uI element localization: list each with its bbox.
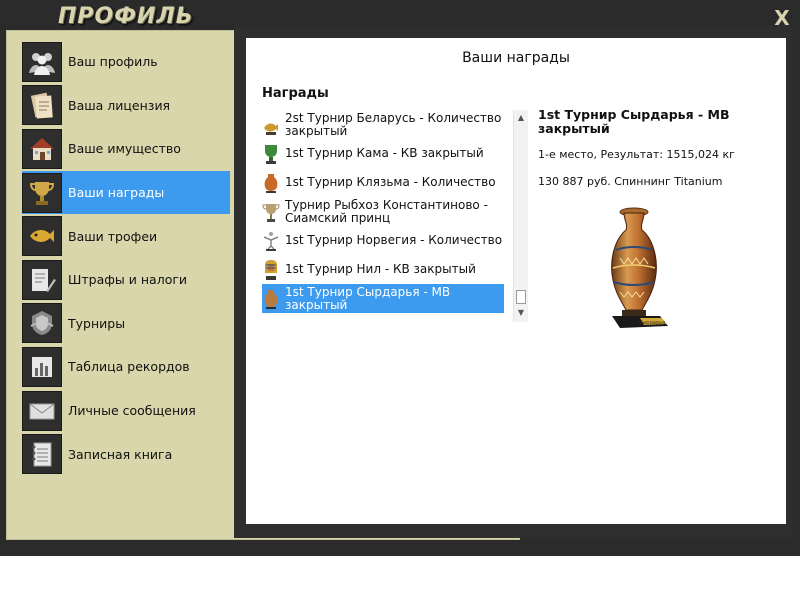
- sidebar-item-label: Ваши трофеи: [68, 228, 158, 244]
- sidebar-item-profile[interactable]: Ваш профиль: [22, 40, 230, 84]
- awards-list-items: 2st Турнир Беларусь - Количество закрыты…: [262, 110, 504, 313]
- envelope-icon: [22, 390, 62, 431]
- vase-trophy-image: Сырдарья: [611, 207, 668, 328]
- tournament-badge-icon: [22, 303, 62, 344]
- awards-list[interactable]: 2st Турнир Беларусь - Количество закрыты…: [262, 110, 528, 322]
- award-detail: 1st Турнир Сырдарья - МВ закрытый 1-е ме…: [538, 107, 768, 189]
- goblet-green-icon: [265, 144, 277, 164]
- award-label: 1st Турнир Нил - КВ закрытый: [285, 262, 476, 276]
- sidebar-item-property[interactable]: Ваше имущество: [22, 127, 230, 171]
- profile-window: ПРОФИЛЬ X Ваш профиль Ваша лицензия Ваше…: [0, 0, 800, 556]
- pharaoh-icon: [265, 259, 277, 280]
- scroll-up-button[interactable]: ▲: [514, 111, 528, 125]
- trophy-icon: [22, 172, 62, 213]
- sidebar-item-awards[interactable]: Ваши награды: [22, 170, 230, 215]
- list-item[interactable]: 1st Турнир Сырдарья - МВ закрытый: [262, 284, 504, 313]
- vase-plaque-text: Сырдарья: [639, 320, 665, 326]
- sidebar-item-fines[interactable]: Штрафы и налоги: [22, 258, 230, 302]
- bar-chart-icon: [22, 346, 62, 387]
- list-item[interactable]: 1st Турнир Норвегия - Количество: [262, 226, 504, 255]
- close-button[interactable]: X: [772, 8, 792, 28]
- sidebar-item-trophies[interactable]: Ваши трофеи: [22, 214, 230, 258]
- list-item[interactable]: 2st Турнир Беларусь - Количество закрыты…: [262, 110, 504, 139]
- window-title: ПРОФИЛЬ: [58, 4, 194, 29]
- sidebar-item-license[interactable]: Ваша лицензия: [22, 84, 230, 128]
- award-place-result: 1-е место, Результат: 1515,024 кг: [538, 148, 735, 161]
- list-item[interactable]: 1st Турнир Нил - КВ закрытый: [262, 255, 504, 284]
- award-label: 2st Турнир Беларусь - Количество закрыты…: [285, 110, 502, 138]
- sidebar-item-tournaments[interactable]: Турниры: [22, 302, 230, 346]
- sidebar-item-label: Турниры: [68, 315, 126, 331]
- panel-title: Ваши награды: [462, 50, 570, 66]
- award-prize: 130 887 руб. Спиннинг Titanium: [538, 175, 723, 188]
- document-pen-icon: [22, 259, 62, 300]
- figure-award-icon: [263, 231, 279, 251]
- list-item[interactable]: 1st Турнир Клязьма - Количество: [262, 168, 504, 197]
- award-detail-title: 1st Турнир Сырдарья - МВ закрытый: [538, 107, 730, 136]
- sidebar-item-notebook[interactable]: Записная книга: [22, 432, 230, 476]
- cup-bronze-icon: [262, 203, 280, 222]
- fish-icon: [22, 216, 62, 257]
- vase-red-icon: [264, 173, 278, 193]
- users-icon: [22, 41, 62, 82]
- license-icon: [22, 85, 62, 126]
- award-label: 1st Турнир Клязьма - Количество: [285, 175, 496, 189]
- award-label: 1st Турнир Кама - КВ закрытый: [285, 146, 484, 160]
- list-item[interactable]: 1st Турнир Кама - КВ закрытый: [262, 139, 504, 168]
- list-item[interactable]: Турнир Рыбхоз Константиново - Сиамский п…: [262, 197, 504, 226]
- scroll-thumb[interactable]: [516, 290, 526, 304]
- notebook-icon: [22, 434, 62, 475]
- sidebar-nav: Ваш профиль Ваша лицензия Ваше имущество…: [22, 40, 230, 476]
- sidebar-item-label: Таблица рекордов: [68, 359, 190, 375]
- scroll-down-button[interactable]: ▼: [514, 306, 528, 320]
- sidebar-item-label: Личные сообщения: [68, 403, 196, 419]
- house-icon: [22, 128, 62, 169]
- awards-scrollbar[interactable]: ▲ ▼: [513, 110, 528, 322]
- sidebar-item-records[interactable]: Таблица рекордов: [22, 345, 230, 389]
- sidebar-item-label: Штрафы и налоги: [68, 272, 188, 288]
- sidebar-item-messages[interactable]: Личные сообщения: [22, 389, 230, 433]
- awards-panel: Ваши награды Награды 2st Турнир Беларусь…: [246, 38, 786, 524]
- award-label: 1st Турнир Норвегия - Количество: [285, 233, 503, 247]
- sidebar-item-label: Ваше имущество: [68, 141, 181, 157]
- award-label: Турнир Рыбхоз Константиново - Сиамский п…: [285, 197, 488, 225]
- sidebar-item-label: Записная книга: [68, 446, 173, 462]
- awards-list-header: Награды: [262, 86, 329, 101]
- sidebar-item-label: Ваша лицензия: [68, 97, 171, 113]
- sidebar-item-label: Ваши награды: [68, 185, 165, 201]
- sidebar-item-label: Ваш профиль: [68, 54, 158, 70]
- award-label: 1st Турнир Сырдарья - МВ закрытый: [285, 284, 451, 312]
- vase-award-icon: [264, 289, 278, 309]
- fish-award-icon: [264, 123, 278, 135]
